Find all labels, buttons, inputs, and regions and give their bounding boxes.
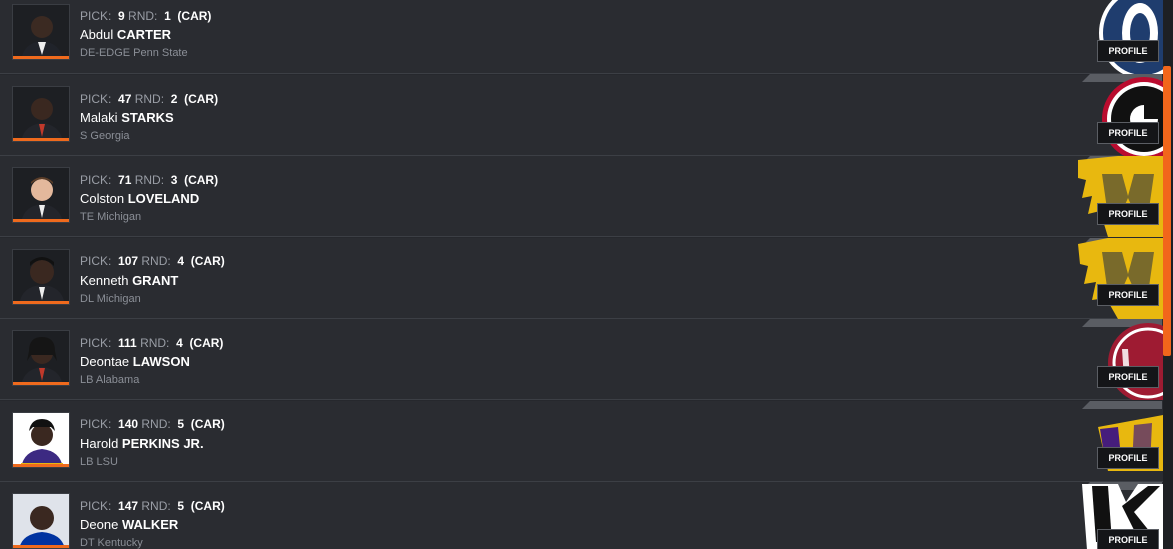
- profile-button[interactable]: PROFILE: [1097, 447, 1159, 469]
- pick-info: PICK: 140 RND: 5 (CAR): [80, 417, 225, 431]
- draft-picks-list: PICK: 9 RND: 1 (CAR) Abdul CARTER DE-EDG…: [0, 0, 1163, 549]
- player-headshot: [12, 249, 70, 305]
- pick-info: PICK: 147 RND: 5 (CAR): [80, 499, 225, 513]
- penn-state-logo: [1078, 0, 1163, 74]
- player-headshot: [12, 167, 70, 223]
- pick-row[interactable]: PICK: 47 RND: 2 (CAR) Malaki STARKS S Ge…: [0, 74, 1163, 156]
- pick-info: PICK: 9 RND: 1 (CAR): [80, 9, 212, 23]
- profile-button[interactable]: PROFILE: [1097, 40, 1159, 62]
- pick-row[interactable]: PICK: 140 RND: 5 (CAR) Harold PERKINS JR…: [0, 401, 1163, 482]
- player-name[interactable]: Colston LOVELAND: [80, 191, 199, 206]
- pick-info: PICK: 111 RND: 4 (CAR): [80, 336, 224, 350]
- profile-button[interactable]: PROFILE: [1097, 529, 1159, 549]
- player-position-school: LB LSU: [80, 456, 118, 468]
- michigan-logo: [1078, 238, 1163, 319]
- player-name[interactable]: Kenneth GRANT: [80, 273, 178, 288]
- player-position-school: DE-EDGE Penn State: [80, 47, 188, 59]
- pick-info: PICK: 71 RND: 3 (CAR): [80, 173, 219, 187]
- pick-row[interactable]: PICK: 9 RND: 1 (CAR) Abdul CARTER DE-EDG…: [0, 0, 1163, 74]
- profile-button[interactable]: PROFILE: [1097, 122, 1159, 144]
- player-name[interactable]: Deontae LAWSON: [80, 354, 190, 369]
- pick-row[interactable]: PICK: 71 RND: 3 (CAR) Colston LOVELAND T…: [0, 156, 1163, 237]
- player-name[interactable]: Abdul CARTER: [80, 27, 171, 42]
- player-name[interactable]: Deone WALKER: [80, 517, 178, 532]
- pick-row[interactable]: PICK: 111 RND: 4 (CAR) Deontae LAWSON LB…: [0, 319, 1163, 400]
- player-position-school: DL Michigan: [80, 293, 141, 305]
- profile-button[interactable]: PROFILE: [1097, 203, 1159, 225]
- pick-info: PICK: 47 RND: 2 (CAR): [80, 92, 219, 106]
- player-headshot: [12, 493, 70, 549]
- player-position-school: LB Alabama: [80, 374, 140, 386]
- profile-button[interactable]: PROFILE: [1097, 284, 1159, 306]
- pick-row[interactable]: PICK: 107 RND: 4 (CAR) Kenneth GRANT DL …: [0, 238, 1163, 319]
- scrollbar-thumb[interactable]: [1163, 66, 1171, 356]
- player-position-school: S Georgia: [80, 130, 130, 142]
- lsu-logo: [1078, 401, 1163, 482]
- pick-info: PICK: 107 RND: 4 (CAR): [80, 254, 225, 268]
- player-headshot: [12, 86, 70, 142]
- profile-button[interactable]: PROFILE: [1097, 366, 1159, 388]
- pick-row[interactable]: PICK: 147 RND: 5 (CAR) Deone WALKER DT K…: [0, 482, 1163, 549]
- player-name[interactable]: Harold PERKINS JR.: [80, 436, 204, 451]
- player-position-school: DT Kentucky: [80, 537, 143, 549]
- player-headshot: [12, 4, 70, 60]
- player-name[interactable]: Malaki STARKS: [80, 110, 174, 125]
- player-headshot: [12, 412, 70, 468]
- player-headshot: [12, 330, 70, 386]
- player-position-school: TE Michigan: [80, 211, 142, 223]
